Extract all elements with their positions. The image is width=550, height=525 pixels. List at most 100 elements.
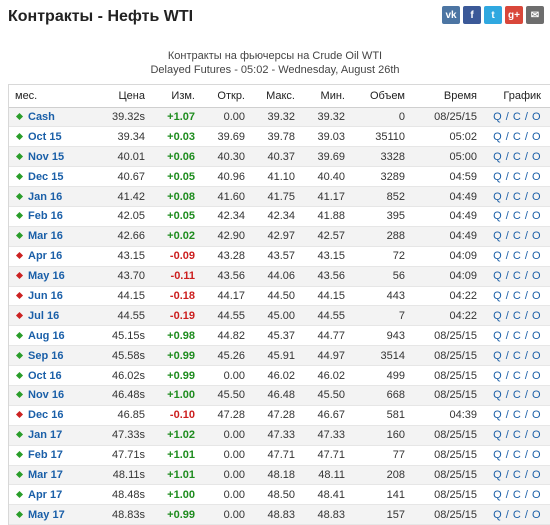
chart-link-c[interactable]: C bbox=[513, 469, 521, 481]
chart-link-q[interactable]: Q bbox=[493, 389, 502, 401]
chart-link-o[interactable]: O bbox=[532, 191, 541, 203]
chart-link-c[interactable]: C bbox=[513, 489, 521, 501]
contract-month-link[interactable]: Oct 15 bbox=[28, 131, 62, 143]
month-cell: Cash bbox=[9, 107, 99, 128]
chart-link-o[interactable]: O bbox=[532, 250, 541, 262]
contract-month-link[interactable]: Apr 16 bbox=[28, 250, 62, 262]
chart-link-q[interactable]: Q bbox=[493, 489, 502, 501]
col-header-month[interactable]: мес. bbox=[9, 85, 99, 108]
chart-link-o[interactable]: O bbox=[532, 509, 541, 521]
chart-link-c[interactable]: C bbox=[513, 131, 521, 143]
chart-link-c[interactable]: C bbox=[513, 230, 521, 242]
email-icon[interactable]: ✉ bbox=[526, 6, 544, 24]
chart-link-c[interactable]: C bbox=[513, 409, 521, 421]
chart-link-q[interactable]: Q bbox=[493, 350, 502, 362]
chart-link-q[interactable]: Q bbox=[493, 330, 502, 342]
col-header-time[interactable]: Время bbox=[409, 85, 481, 108]
chart-link-o[interactable]: O bbox=[532, 409, 541, 421]
contract-month-link[interactable]: Sep 16 bbox=[28, 350, 63, 362]
contract-month-link[interactable]: Jan 17 bbox=[28, 429, 62, 441]
chart-link-c[interactable]: C bbox=[513, 310, 521, 322]
chart-link-q[interactable]: Q bbox=[493, 191, 502, 203]
googleplus-icon[interactable]: g+ bbox=[505, 6, 523, 24]
chart-link-o[interactable]: O bbox=[532, 449, 541, 461]
chart-link-sep: / bbox=[502, 429, 513, 442]
chart-link-c[interactable]: C bbox=[513, 250, 521, 262]
chart-link-q[interactable]: Q bbox=[493, 171, 502, 183]
chart-link-c[interactable]: C bbox=[513, 151, 521, 163]
contract-month-link[interactable]: Cash bbox=[28, 111, 55, 123]
chart-link-q[interactable]: Q bbox=[493, 290, 502, 302]
chart-link-c[interactable]: C bbox=[513, 429, 521, 441]
contract-month-link[interactable]: Apr 17 bbox=[28, 489, 62, 501]
chart-link-q[interactable]: Q bbox=[493, 310, 502, 322]
chart-link-c[interactable]: C bbox=[513, 350, 521, 362]
col-header-volume[interactable]: Объем bbox=[349, 85, 409, 108]
contract-month-link[interactable]: May 17 bbox=[28, 509, 65, 521]
contract-month-link[interactable]: Jun 16 bbox=[28, 290, 63, 302]
chart-link-c[interactable]: C bbox=[513, 191, 521, 203]
contract-month-link[interactable]: Jan 16 bbox=[28, 191, 62, 203]
chart-link-c[interactable]: C bbox=[513, 290, 521, 302]
chart-link-q[interactable]: Q bbox=[493, 210, 502, 222]
chart-link-o[interactable]: O bbox=[532, 171, 541, 183]
chart-link-o[interactable]: O bbox=[532, 370, 541, 382]
chart-link-c[interactable]: C bbox=[513, 449, 521, 461]
chart-link-q[interactable]: Q bbox=[493, 509, 502, 521]
chart-link-q[interactable]: Q bbox=[493, 151, 502, 163]
chart-link-q[interactable]: Q bbox=[493, 131, 502, 143]
contract-month-link[interactable]: Aug 16 bbox=[28, 330, 65, 342]
col-header-low[interactable]: Мин. bbox=[299, 85, 349, 108]
chart-link-o[interactable]: O bbox=[532, 330, 541, 342]
chart-link-q[interactable]: Q bbox=[493, 449, 502, 461]
chart-link-q[interactable]: Q bbox=[493, 270, 502, 282]
chart-link-o[interactable]: O bbox=[532, 290, 541, 302]
contract-month-link[interactable]: Oct 16 bbox=[28, 370, 62, 382]
contract-month-link[interactable]: Dec 16 bbox=[28, 409, 63, 421]
chart-link-o[interactable]: O bbox=[532, 131, 541, 143]
chart-link-o[interactable]: O bbox=[532, 151, 541, 163]
contract-month-link[interactable]: Mar 17 bbox=[28, 469, 63, 481]
contract-month-link[interactable]: Nov 16 bbox=[28, 389, 64, 401]
contract-month-link[interactable]: Jul 16 bbox=[28, 310, 59, 322]
chart-link-o[interactable]: O bbox=[532, 210, 541, 222]
contract-month-link[interactable]: Feb 17 bbox=[28, 449, 63, 461]
chart-link-c[interactable]: C bbox=[513, 270, 521, 282]
chart-link-o[interactable]: O bbox=[532, 350, 541, 362]
chart-link-q[interactable]: Q bbox=[493, 111, 502, 123]
contract-month-link[interactable]: Nov 15 bbox=[28, 151, 64, 163]
chart-link-o[interactable]: O bbox=[532, 489, 541, 501]
chart-link-o[interactable]: O bbox=[532, 111, 541, 123]
chart-link-c[interactable]: C bbox=[513, 171, 521, 183]
chart-link-o[interactable]: O bbox=[532, 469, 541, 481]
chart-link-c[interactable]: C bbox=[513, 370, 521, 382]
col-header-price[interactable]: Цена bbox=[99, 85, 149, 108]
chart-link-c[interactable]: C bbox=[513, 111, 521, 123]
col-header-change[interactable]: Изм. bbox=[149, 85, 199, 108]
contract-month-link[interactable]: May 16 bbox=[28, 270, 65, 282]
chart-link-o[interactable]: O bbox=[532, 230, 541, 242]
chart-link-q[interactable]: Q bbox=[493, 370, 502, 382]
chart-link-q[interactable]: Q bbox=[493, 429, 502, 441]
chart-link-c[interactable]: C bbox=[513, 509, 521, 521]
twitter-icon[interactable]: t bbox=[484, 6, 502, 24]
chart-link-q[interactable]: Q bbox=[493, 230, 502, 242]
facebook-icon[interactable]: f bbox=[463, 6, 481, 24]
chart-link-q[interactable]: Q bbox=[493, 409, 502, 421]
chart-link-q[interactable]: Q bbox=[493, 250, 502, 262]
contract-month-link[interactable]: Dec 15 bbox=[28, 171, 63, 183]
chart-link-o[interactable]: O bbox=[532, 270, 541, 282]
chart-link-o[interactable]: O bbox=[532, 310, 541, 322]
contract-month-link[interactable]: Mar 16 bbox=[28, 230, 63, 242]
open-cell: 0.00 bbox=[199, 107, 249, 128]
vk-icon[interactable]: vk bbox=[442, 6, 460, 24]
chart-link-c[interactable]: C bbox=[513, 389, 521, 401]
chart-link-c[interactable]: C bbox=[513, 330, 521, 342]
chart-link-o[interactable]: O bbox=[532, 429, 541, 441]
chart-link-q[interactable]: Q bbox=[493, 469, 502, 481]
chart-link-o[interactable]: O bbox=[532, 389, 541, 401]
col-header-open[interactable]: Откр. bbox=[199, 85, 249, 108]
contract-month-link[interactable]: Feb 16 bbox=[28, 210, 63, 222]
chart-link-c[interactable]: C bbox=[513, 210, 521, 222]
col-header-high[interactable]: Макс. bbox=[249, 85, 299, 108]
